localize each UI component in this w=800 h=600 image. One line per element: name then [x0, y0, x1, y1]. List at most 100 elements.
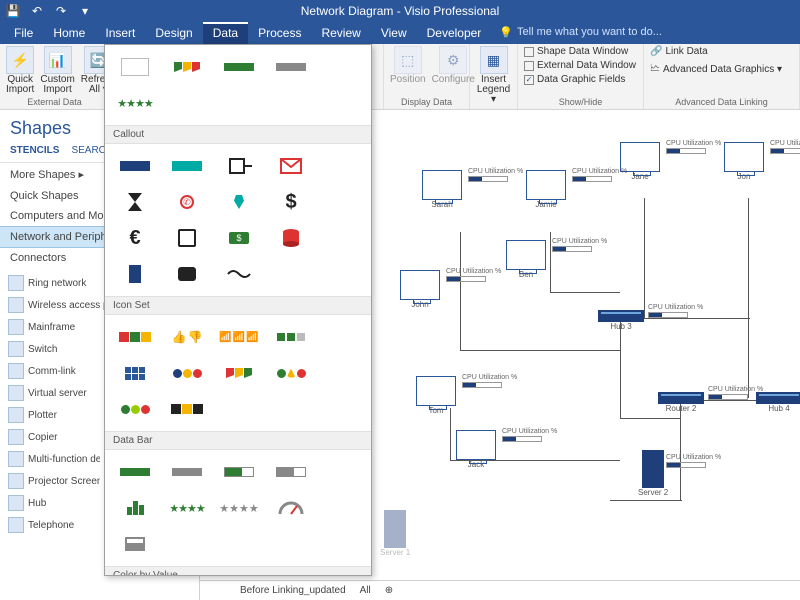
position-button[interactable]: ⬚ Position — [390, 46, 426, 85]
gallery-callout-item[interactable] — [213, 184, 265, 220]
gallery-databar-item[interactable] — [213, 454, 265, 490]
gallery-databar-item[interactable] — [265, 490, 317, 526]
gallery-iconset-item[interactable] — [213, 355, 265, 391]
computer-icon — [422, 170, 462, 200]
gallery-callout-item[interactable] — [213, 148, 265, 184]
insert-legend-button[interactable]: ▦ Insert Legend ▾ — [476, 46, 511, 105]
gallery-iconset-item[interactable] — [161, 391, 213, 427]
gallery-iconset-item[interactable] — [109, 391, 161, 427]
tab-design[interactable]: Design — [145, 22, 202, 44]
shape-hub[interactable]: Hub — [2, 492, 100, 514]
node-hub4[interactable]: Hub 4 — [756, 392, 800, 413]
tab-review[interactable]: Review — [311, 22, 370, 44]
content-area: Shapes STENCILS SEARCH More Shapes ▸ Qui… — [0, 110, 800, 600]
quick-access-toolbar: 💾 ↶ ↷ ▾ — [6, 4, 92, 18]
node-tom[interactable]: Tom CPU Utilization % — [416, 376, 456, 415]
tab-file[interactable]: File — [4, 22, 43, 44]
gallery-callout-item[interactable] — [161, 148, 213, 184]
gallery-callout-item[interactable]: $ — [213, 220, 265, 256]
gallery-callout-item[interactable]: ✆ — [161, 184, 213, 220]
gallery-iconset-item[interactable] — [109, 319, 161, 355]
add-sheet-button[interactable]: ⊕ — [385, 585, 393, 596]
computer-icon — [506, 240, 546, 270]
node-label: Server 1 — [380, 548, 410, 557]
computer-icon — [620, 142, 660, 172]
external-data-window-checkbox[interactable]: External Data Window — [524, 60, 636, 71]
gallery-iconset-item[interactable] — [109, 355, 161, 391]
undo-icon[interactable]: ↶ — [30, 4, 44, 18]
shape-telephone[interactable]: Telephone — [2, 514, 100, 536]
tab-process[interactable]: Process — [248, 22, 311, 44]
gallery-databar-item[interactable]: ★★★★ — [161, 490, 213, 526]
gallery-callout-item[interactable] — [109, 256, 161, 292]
custom-import-icon: 📊 — [44, 46, 72, 74]
gallery-item[interactable] — [109, 49, 161, 85]
node-jamie[interactable]: Jamie CPU Utilization % — [526, 170, 566, 209]
tab-insert[interactable]: Insert — [95, 22, 145, 44]
node-john[interactable]: John CPU Utilization % — [400, 270, 440, 309]
gallery-section-colorbyvalue: Color by Value — [105, 566, 371, 576]
node-router2[interactable]: Router 2 CPU Utilization % — [658, 392, 704, 413]
custom-import-button[interactable]: 📊 Custom Import — [40, 46, 74, 95]
node-hub3[interactable]: Hub 3 CPU Utilization % — [598, 310, 644, 331]
gallery-databar-item[interactable] — [109, 490, 161, 526]
shape-projector-screen[interactable]: Projector Screen — [2, 470, 100, 492]
node-jane[interactable]: Jane CPU Utilization % — [620, 142, 660, 181]
gallery-iconset-item[interactable] — [265, 355, 317, 391]
quick-import-icon: ⚡ — [6, 46, 34, 74]
gallery-iconset-item[interactable]: 👍👎 — [161, 319, 213, 355]
qat-more-icon[interactable]: ▾ — [78, 4, 92, 18]
node-jon[interactable]: Jon CPU Utilization % — [724, 142, 764, 181]
node-server2[interactable]: Server 2 CPU Utilization % — [638, 450, 668, 497]
shape-multifunction[interactable]: Multi-function device — [2, 448, 100, 470]
sheet-tab[interactable]: Before Linking_updated — [240, 585, 346, 596]
sheet-all[interactable]: All — [360, 585, 371, 596]
tab-view[interactable]: View — [371, 22, 417, 44]
tab-home[interactable]: Home — [43, 22, 95, 44]
gallery-section-callout: Callout — [105, 125, 371, 144]
gallery-callout-item[interactable] — [265, 220, 317, 256]
gallery-databar-item[interactable] — [265, 454, 317, 490]
gallery-item[interactable]: ★★★★ — [109, 85, 161, 121]
node-ben[interactable]: Ben CPU Utilization % — [506, 240, 546, 279]
gallery-callout-item[interactable] — [161, 256, 213, 292]
gallery-databar-item[interactable] — [161, 454, 213, 490]
node-sarah[interactable]: Sarah CPU Utilization % — [422, 170, 462, 209]
ribbon-group-show-hide: Shape Data Window External Data Window ✓… — [518, 44, 644, 109]
save-icon[interactable]: 💾 — [6, 4, 20, 18]
gallery-databar-item[interactable] — [109, 454, 161, 490]
node-server1[interactable]: Server 1 — [380, 510, 410, 557]
gallery-callout-item[interactable] — [265, 148, 317, 184]
stencils-tab[interactable]: STENCILS — [10, 145, 59, 156]
tell-me-search[interactable]: 💡 Tell me what you want to do... — [499, 22, 662, 44]
gallery-item[interactable] — [161, 49, 213, 85]
node-label: Hub 3 — [598, 322, 644, 331]
tell-me-placeholder: Tell me what you want to do... — [517, 26, 662, 44]
data-graphic-fields-checkbox[interactable]: ✓Data Graphic Fields — [524, 74, 625, 85]
gallery-callout-item[interactable] — [213, 256, 265, 292]
gallery-iconset-item[interactable] — [265, 319, 317, 355]
ribbon-group-display-data: ⬚ Position ⚙ Configure Display Data — [384, 44, 470, 109]
configure-button[interactable]: ⚙ Configure — [432, 46, 475, 85]
gallery-iconset-item[interactable] — [161, 355, 213, 391]
link-data-button[interactable]: 🔗Link Data — [650, 46, 708, 57]
gallery-databar-item[interactable] — [109, 526, 161, 562]
ribbon-group-advanced: 🔗Link Data 🗠Advanced Data Graphics ▾ Adv… — [644, 44, 800, 109]
redo-icon[interactable]: ↷ — [54, 4, 68, 18]
tab-data[interactable]: Data — [203, 22, 248, 44]
gallery-callout-item[interactable] — [109, 148, 161, 184]
advanced-data-graphics-button[interactable]: 🗠Advanced Data Graphics ▾ — [650, 61, 782, 78]
gallery-callout-item[interactable]: $ — [265, 184, 317, 220]
gallery-item[interactable] — [213, 49, 265, 85]
gallery-callout-item[interactable] — [109, 184, 161, 220]
gallery-databar-item[interactable]: ★★★★ — [213, 490, 265, 526]
gallery-callout-item[interactable]: € — [109, 220, 161, 256]
node-jack[interactable]: Jack CPU Utilization % — [456, 430, 496, 469]
quick-import-button[interactable]: ⚡ Quick Import — [6, 46, 34, 95]
gallery-iconset-item[interactable]: 📶📶📶 — [213, 319, 265, 355]
shape-data-window-checkbox[interactable]: Shape Data Window — [524, 46, 628, 57]
gallery-item[interactable] — [265, 49, 317, 85]
gallery-callout-item[interactable] — [161, 220, 213, 256]
tab-developer[interactable]: Developer — [417, 22, 492, 44]
computer-icon — [456, 430, 496, 460]
